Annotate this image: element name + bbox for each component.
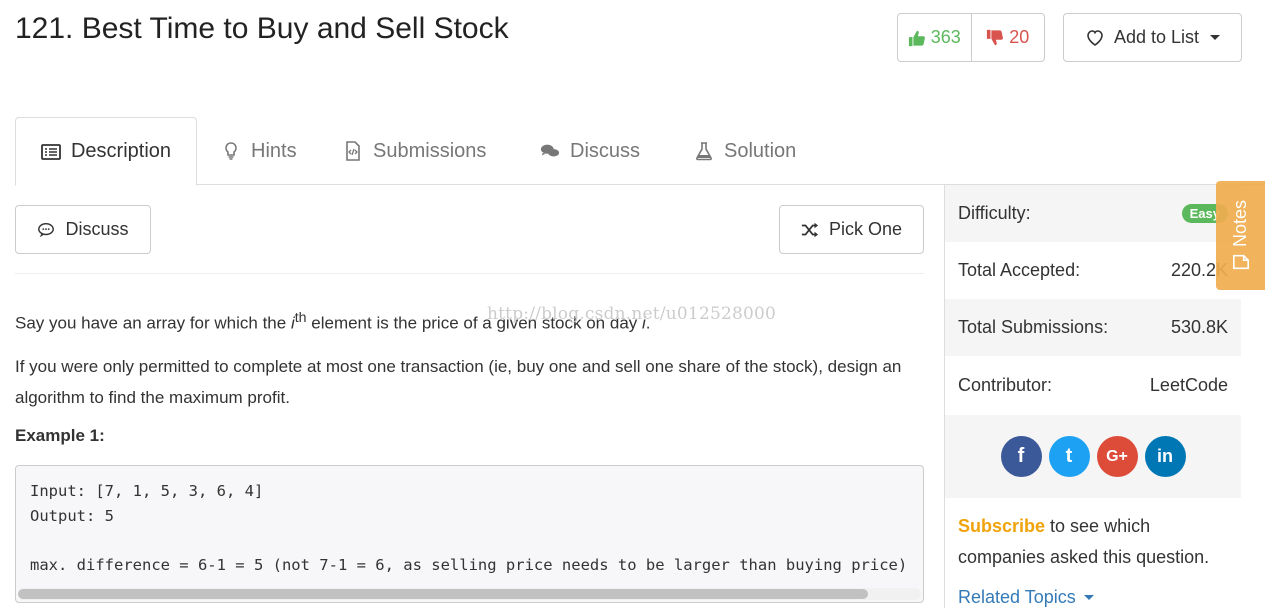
problem-sidebar: Difficulty: Easy Total Accepted: 220.2K …	[944, 185, 1241, 608]
tab-label: Description	[70, 140, 172, 162]
heart-icon	[1087, 29, 1103, 46]
scrollbar-thumb[interactable]	[18, 589, 868, 599]
twitter-icon[interactable]: t	[1048, 436, 1090, 477]
description-paragraph-1: Say you have an array for which the ith …	[15, 303, 924, 339]
discuss-button[interactable]: Discuss	[15, 205, 151, 254]
chevron-down-icon	[1083, 595, 1094, 600]
linkedin-icon[interactable]: in	[1144, 436, 1186, 477]
thumbs-down-icon	[987, 29, 1004, 45]
pick-one-label: Pick One	[828, 219, 903, 239]
example-code: Input: [7, 1, 5, 3, 6, 4] Output: 5 max.…	[30, 482, 908, 574]
notes-label: Notes	[1230, 199, 1250, 248]
notes-tab[interactable]: Notes	[1216, 181, 1265, 290]
tab-label: Hints	[251, 139, 297, 162]
tab-solution[interactable]: Solution	[694, 117, 796, 185]
tab-label: Discuss	[570, 139, 641, 162]
tab-label: Submissions	[373, 139, 487, 162]
pick-one-button[interactable]: Pick One	[779, 205, 924, 254]
problem-description: Say you have an array for which the ith …	[15, 303, 924, 425]
ordinal-suffix: th	[294, 310, 307, 326]
subscribe-text: Subscribe to see which companies asked t…	[958, 511, 1233, 573]
submissions-value: 530.8K	[1170, 317, 1228, 337]
google-plus-icon[interactable]: G+	[1096, 436, 1138, 477]
accepted-label: Total Accepted:	[958, 260, 1081, 280]
comment-icon	[38, 222, 55, 237]
add-to-list-label: Add to List	[1113, 27, 1200, 47]
submissions-label: Total Submissions:	[958, 317, 1109, 337]
description-text: Say you have an array for which the	[15, 313, 291, 333]
flask-icon	[696, 142, 712, 161]
problem-title: 121. Best Time to Buy and Sell Stock	[15, 12, 509, 45]
code-file-icon	[346, 141, 360, 161]
submissions-row: Total Submissions: 530.8K	[945, 299, 1241, 356]
tab-description[interactable]: Description	[15, 117, 197, 186]
facebook-icon[interactable]: f	[1000, 436, 1042, 477]
horizontal-scrollbar[interactable]	[18, 588, 921, 600]
contributor-row: Contributor: LeetCode	[945, 357, 1241, 414]
tab-hints[interactable]: Hints	[221, 117, 297, 185]
tab-label: Solution	[724, 139, 797, 162]
example-heading: Example 1:	[15, 426, 105, 445]
note-icon	[1232, 254, 1249, 270]
upvote-button[interactable]: 363	[898, 14, 972, 61]
upvote-count: 363	[930, 27, 961, 47]
shuffle-icon	[801, 222, 819, 237]
subscribe-link[interactable]: Subscribe	[958, 516, 1045, 536]
add-to-list-button[interactable]: Add to List	[1063, 13, 1242, 62]
tab-submissions[interactable]: Submissions	[343, 117, 486, 185]
vote-group: 363 20	[897, 13, 1045, 62]
tab-discuss[interactable]: Discuss	[540, 117, 640, 185]
social-share: f t G+ in	[945, 415, 1241, 498]
contributor-label: Contributor:	[958, 375, 1053, 395]
accepted-row: Total Accepted: 220.2K	[945, 242, 1241, 299]
downvote-button[interactable]: 20	[972, 14, 1045, 61]
description-paragraph-2: If you were only permitted to complete a…	[15, 356, 902, 407]
downvote-count: 20	[1009, 27, 1030, 47]
example-code-block: Input: [7, 1, 5, 3, 6, 4] Output: 5 max.…	[15, 465, 924, 603]
watermark: http://blog.csdn.net/u012528000	[487, 304, 777, 324]
comments-icon	[540, 144, 560, 157]
related-topics-toggle[interactable]: Related Topics	[958, 587, 1094, 608]
related-topics-label: Related Topics	[958, 587, 1076, 607]
difficulty-row: Difficulty: Easy	[945, 185, 1241, 242]
discuss-label: Discuss	[65, 219, 129, 239]
difficulty-label: Difficulty:	[958, 203, 1031, 223]
thumbs-up-icon	[908, 30, 925, 46]
lightbulb-icon	[225, 142, 237, 160]
contributor-value: LeetCode	[1149, 375, 1228, 395]
divider	[15, 273, 924, 274]
problem-tabs: Description Hints Submissions Discuss So…	[15, 117, 1265, 186]
list-icon	[41, 143, 61, 160]
chevron-down-icon	[1210, 35, 1221, 40]
